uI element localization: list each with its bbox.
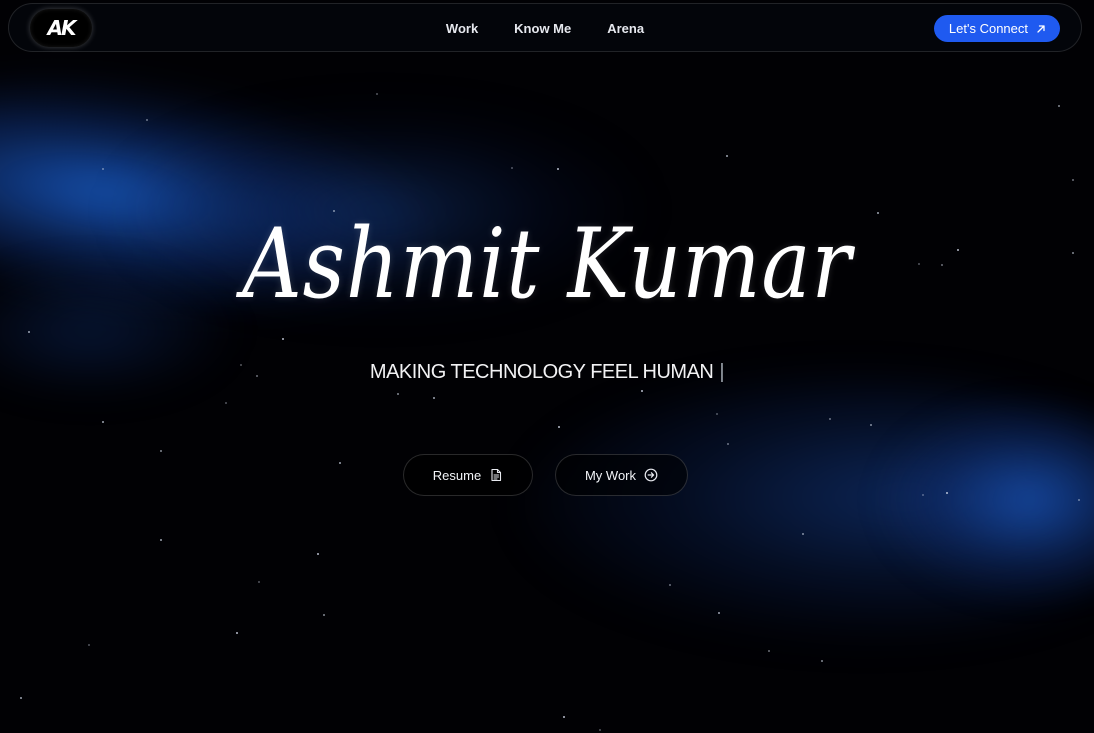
lets-connect-label: Let's Connect	[948, 21, 1028, 36]
star	[1078, 499, 1080, 501]
hero-tagline: MAKING TECHNOLOGY FEEL HUMAN |	[0, 360, 1094, 384]
logo-text: AK	[47, 16, 77, 40]
arrow-circle-right-icon	[644, 468, 658, 482]
star	[102, 168, 104, 170]
star	[339, 462, 341, 464]
star	[1072, 252, 1074, 254]
navbar: AK Work Know Me Arena Let's Connect	[8, 3, 1082, 52]
star	[558, 426, 560, 428]
nav-link-arena[interactable]: Arena	[607, 21, 644, 36]
star	[829, 418, 831, 420]
arrow-up-right-icon	[1037, 24, 1045, 33]
star	[599, 729, 601, 731]
document-icon	[491, 468, 502, 482]
star	[236, 632, 238, 634]
hero-name: Ashmit Kumar	[242, 208, 852, 320]
star	[716, 413, 718, 415]
nebula-glow	[880, 400, 1094, 600]
star	[641, 390, 643, 392]
resume-button[interactable]: Resume	[403, 454, 533, 496]
star	[28, 331, 30, 333]
logo[interactable]: AK	[30, 9, 92, 47]
page: AK Work Know Me Arena Let's Connect Ashm…	[0, 0, 1094, 733]
nav-link-know-me[interactable]: Know Me	[514, 21, 571, 36]
star	[511, 167, 513, 169]
my-work-button[interactable]: My Work	[555, 454, 688, 496]
star	[146, 119, 148, 121]
resume-label: Resume	[432, 467, 482, 483]
nav-link-work[interactable]: Work	[446, 21, 478, 36]
nebula-glow	[520, 380, 1094, 640]
star	[563, 716, 565, 718]
star	[88, 644, 90, 646]
star	[433, 397, 435, 399]
star	[718, 612, 720, 614]
star	[376, 93, 378, 95]
star	[557, 168, 559, 170]
star	[323, 614, 325, 616]
typing-cursor: |	[719, 361, 725, 383]
tagline-text: MAKING TECHNOLOGY FEEL HUMAN	[369, 361, 714, 383]
star	[669, 584, 671, 586]
star	[258, 581, 260, 583]
star	[922, 494, 924, 496]
star	[727, 443, 729, 445]
star	[282, 338, 284, 340]
star	[726, 155, 728, 157]
star	[821, 660, 823, 662]
star	[397, 393, 399, 395]
lets-connect-button[interactable]: Let's Connect	[933, 15, 1060, 42]
star	[317, 553, 319, 555]
nav-links: Work Know Me Arena	[9, 4, 1081, 53]
star	[20, 697, 22, 699]
star	[102, 421, 104, 423]
star	[160, 450, 162, 452]
star	[870, 424, 872, 426]
star	[946, 492, 948, 494]
star	[225, 402, 227, 404]
star	[802, 533, 804, 535]
hero-buttons: Resume My Work	[403, 454, 688, 496]
star	[160, 539, 162, 541]
star	[1072, 179, 1074, 181]
my-work-label: My Work	[584, 467, 637, 483]
star	[1058, 105, 1060, 107]
star	[768, 650, 770, 652]
